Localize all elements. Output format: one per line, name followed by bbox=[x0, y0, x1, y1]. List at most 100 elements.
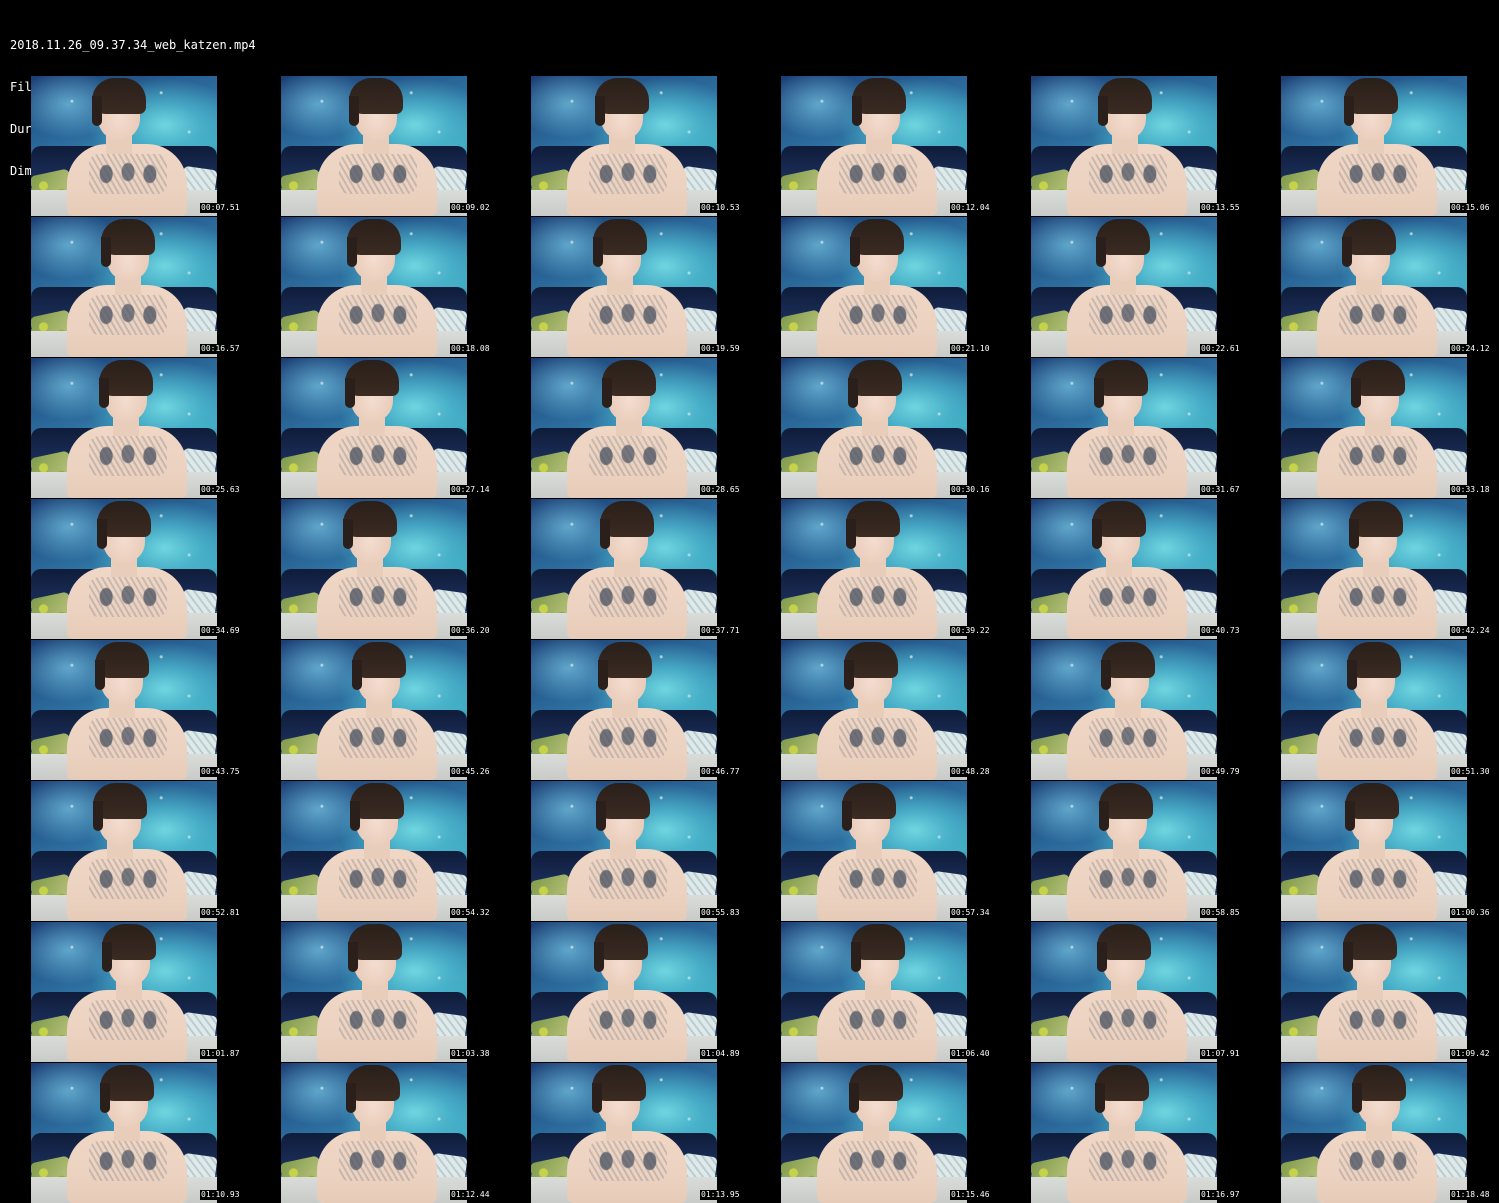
thumbnail-image bbox=[531, 922, 717, 1062]
timestamp-label: 00:31.67 bbox=[1200, 485, 1241, 495]
thumbnail-frame: 01:04.89 bbox=[531, 922, 741, 1062]
timestamp-label: 00:22.61 bbox=[1200, 344, 1241, 354]
thumbnail-image bbox=[31, 76, 217, 216]
thumbnail-image bbox=[781, 922, 967, 1062]
thumbnail-frame: 00:31.67 bbox=[1031, 358, 1241, 498]
timestamp-label: 00:19.59 bbox=[700, 344, 741, 354]
timestamp-label: 00:46.77 bbox=[700, 767, 741, 777]
thumbnail-image bbox=[31, 922, 217, 1062]
thumbnail-image bbox=[1281, 499, 1467, 639]
timestamp-label: 00:25.63 bbox=[200, 485, 241, 495]
thumbnail-image bbox=[781, 358, 967, 498]
thumbnail-image bbox=[281, 358, 467, 498]
thumbnail-frame: 00:42.24 bbox=[1281, 499, 1491, 639]
thumbnail-image bbox=[281, 76, 467, 216]
thumbnail-frame: 00:37.71 bbox=[531, 499, 741, 639]
thumbnail-frame: 00:22.61 bbox=[1031, 217, 1241, 357]
thumbnail-frame: 00:10.53 bbox=[531, 76, 741, 216]
timestamp-label: 00:55.83 bbox=[700, 908, 741, 918]
thumbnail-image bbox=[1281, 358, 1467, 498]
thumbnail-image bbox=[531, 217, 717, 357]
thumbnail-frame: 00:28.65 bbox=[531, 358, 741, 498]
timestamp-label: 00:39.22 bbox=[950, 626, 991, 636]
thumbnail-frame: 00:16.57 bbox=[31, 217, 241, 357]
thumbnail-frame: 00:40.73 bbox=[1031, 499, 1241, 639]
thumbnail-image bbox=[31, 217, 217, 357]
thumbnail-image bbox=[1031, 781, 1217, 921]
thumbnail-frame: 00:09.02 bbox=[281, 76, 491, 216]
timestamp-label: 00:13.55 bbox=[1200, 203, 1241, 213]
thumbnail-frame: 00:54.32 bbox=[281, 781, 491, 921]
thumbnail-frame: 01:03.38 bbox=[281, 922, 491, 1062]
thumbnail-image bbox=[1031, 1063, 1217, 1203]
thumbnail-frame: 00:48.28 bbox=[781, 640, 991, 780]
thumbnail-frame: 00:25.63 bbox=[31, 358, 241, 498]
timestamp-label: 00:51.30 bbox=[1450, 767, 1491, 777]
thumbnail-frame: 00:49.79 bbox=[1031, 640, 1241, 780]
thumbnail-frame: 00:30.16 bbox=[781, 358, 991, 498]
timestamp-label: 01:10.93 bbox=[200, 1190, 241, 1200]
thumbnail-image bbox=[781, 640, 967, 780]
thumbnail-frame: 01:13.95 bbox=[531, 1063, 741, 1203]
thumbnail-frame: 01:18.48 bbox=[1281, 1063, 1491, 1203]
timestamp-label: 01:15.46 bbox=[950, 1190, 991, 1200]
thumbnail-image bbox=[1031, 358, 1217, 498]
timestamp-label: 00:58.85 bbox=[1200, 908, 1241, 918]
timestamp-label: 01:06.40 bbox=[950, 1049, 991, 1059]
thumbnail-frame: 00:07.51 bbox=[31, 76, 241, 216]
timestamp-label: 00:54.32 bbox=[450, 908, 491, 918]
thumbnail-frame: 00:43.75 bbox=[31, 640, 241, 780]
thumbnail-image bbox=[281, 640, 467, 780]
thumbnail-grid: 00:07.51 00:09.02 00:10.53 00:12.04 00:13.55… bbox=[0, 0, 1499, 1203]
timestamp-label: 00:42.24 bbox=[1450, 626, 1491, 636]
thumbnail-frame: 00:55.83 bbox=[531, 781, 741, 921]
thumbnail-image bbox=[781, 781, 967, 921]
timestamp-label: 00:16.57 bbox=[200, 344, 241, 354]
thumbnail-image bbox=[781, 499, 967, 639]
thumbnail-image bbox=[31, 499, 217, 639]
thumbnail-image bbox=[1281, 781, 1467, 921]
thumbnail-image bbox=[31, 358, 217, 498]
timestamp-label: 00:36.20 bbox=[450, 626, 491, 636]
thumbnail-frame: 01:12.44 bbox=[281, 1063, 491, 1203]
thumbnail-frame: 00:57.34 bbox=[781, 781, 991, 921]
thumbnail-image bbox=[1281, 76, 1467, 216]
thumbnail-image bbox=[781, 76, 967, 216]
thumbnail-frame: 01:09.42 bbox=[1281, 922, 1491, 1062]
timestamp-label: 00:40.73 bbox=[1200, 626, 1241, 636]
thumbnail-frame: 00:27.14 bbox=[281, 358, 491, 498]
timestamp-label: 00:09.02 bbox=[450, 203, 491, 213]
thumbnail-image bbox=[1281, 922, 1467, 1062]
thumbnail-frame: 01:16.97 bbox=[1031, 1063, 1241, 1203]
thumbnail-frame: 00:15.06 bbox=[1281, 76, 1491, 216]
timestamp-label: 00:18.08 bbox=[450, 344, 491, 354]
thumbnail-image bbox=[1281, 217, 1467, 357]
timestamp-label: 01:16.97 bbox=[1200, 1190, 1241, 1200]
timestamp-label: 01:03.38 bbox=[450, 1049, 491, 1059]
thumbnail-image bbox=[1281, 640, 1467, 780]
thumbnail-image bbox=[1281, 1063, 1467, 1203]
thumbnail-frame: 00:18.08 bbox=[281, 217, 491, 357]
thumbnail-frame: 00:12.04 bbox=[781, 76, 991, 216]
timestamp-label: 00:57.34 bbox=[950, 908, 991, 918]
timestamp-label: 01:04.89 bbox=[700, 1049, 741, 1059]
thumbnail-frame: 00:45.26 bbox=[281, 640, 491, 780]
thumbnail-frame: 00:58.85 bbox=[1031, 781, 1241, 921]
thumbnail-image bbox=[531, 1063, 717, 1203]
thumbnail-image bbox=[531, 781, 717, 921]
thumbnail-image bbox=[1031, 217, 1217, 357]
timestamp-label: 00:52.81 bbox=[200, 908, 241, 918]
timestamp-label: 01:01.87 bbox=[200, 1049, 241, 1059]
thumbnail-image bbox=[281, 1063, 467, 1203]
timestamp-label: 00:34.69 bbox=[200, 626, 241, 636]
thumbnail-image bbox=[31, 781, 217, 921]
thumbnail-frame: 00:34.69 bbox=[31, 499, 241, 639]
thumbnail-image bbox=[531, 358, 717, 498]
thumbnail-image bbox=[281, 922, 467, 1062]
thumbnail-image bbox=[531, 499, 717, 639]
timestamp-label: 01:09.42 bbox=[1450, 1049, 1491, 1059]
thumbnail-frame: 00:36.20 bbox=[281, 499, 491, 639]
thumbnail-image bbox=[31, 640, 217, 780]
timestamp-label: 00:12.04 bbox=[950, 203, 991, 213]
thumbnail-frame: 01:06.40 bbox=[781, 922, 991, 1062]
